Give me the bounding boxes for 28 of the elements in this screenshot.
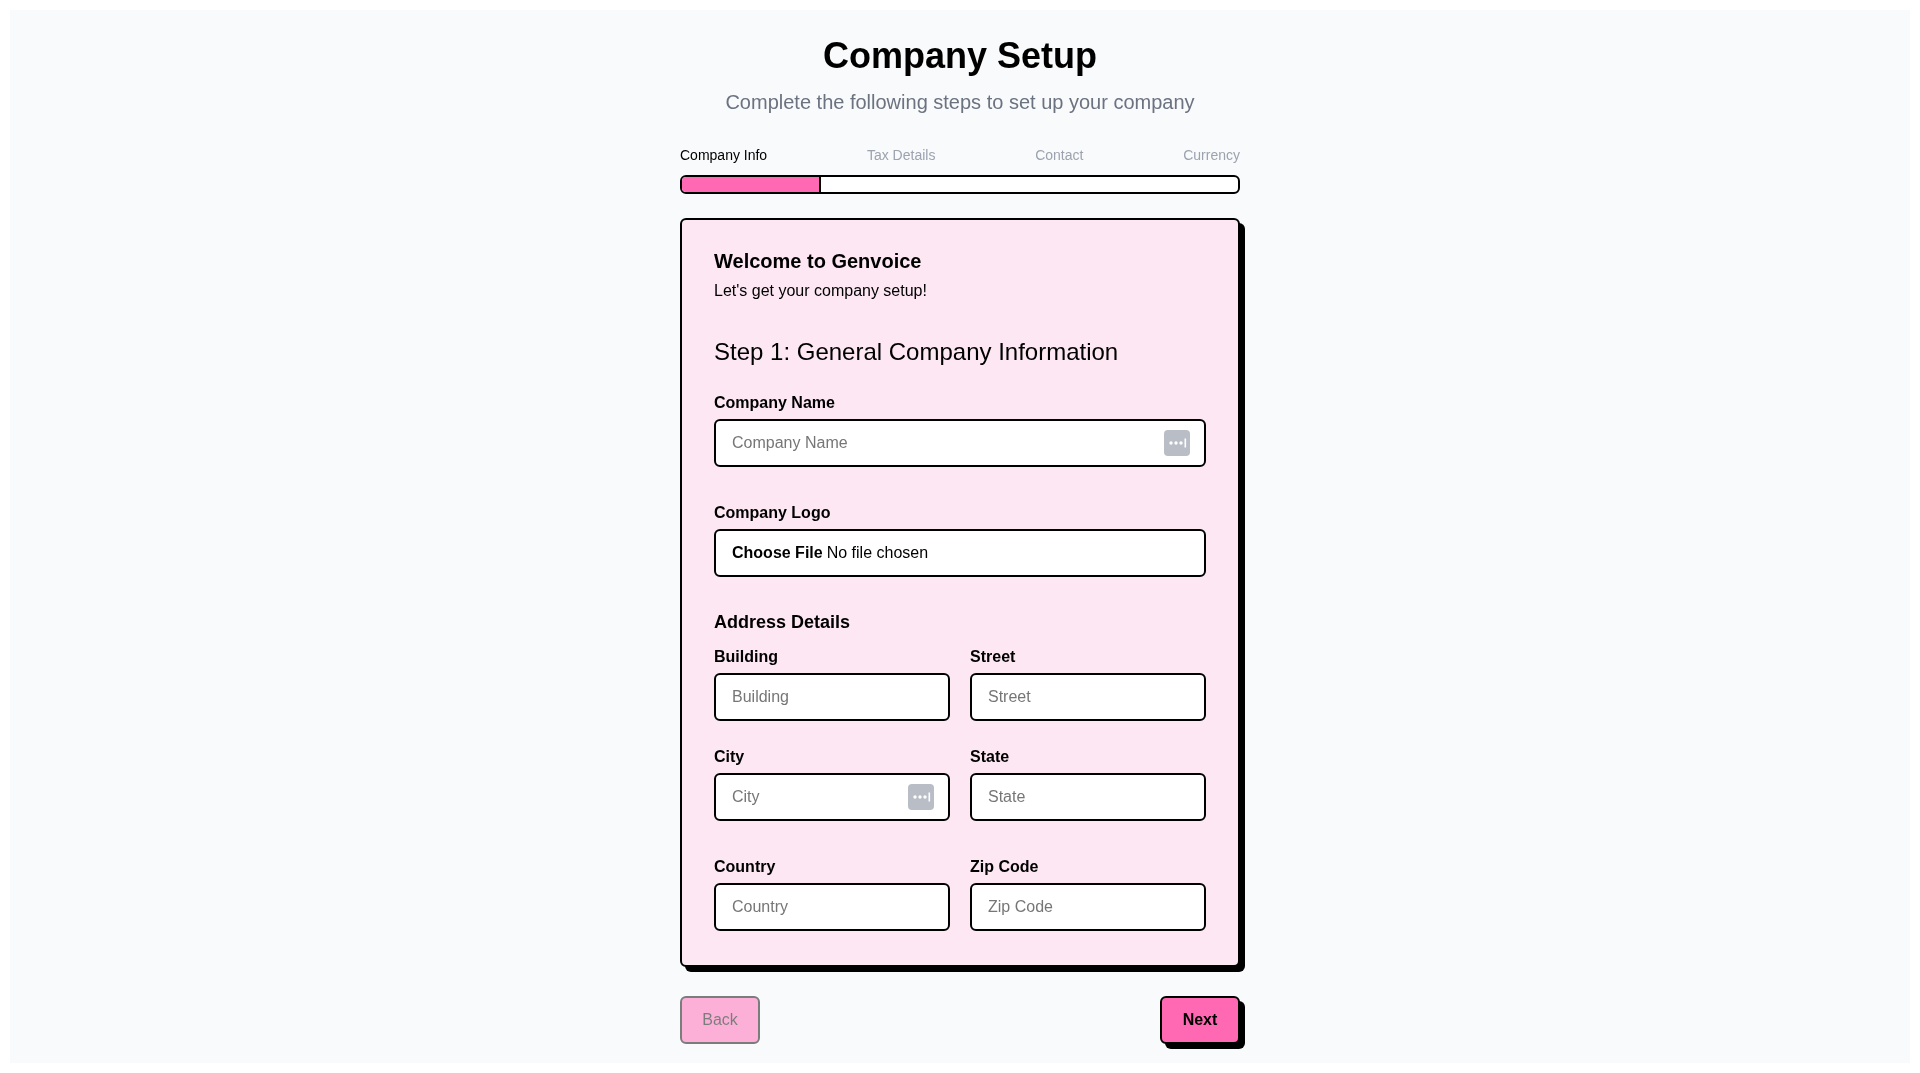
text-input[interactable]: Company Name <box>714 419 1206 467</box>
welcome-text: Let's get your company setup! <box>714 281 928 301</box>
step-label: Contact <box>1035 146 1084 165</box>
text-input[interactable]: City <box>714 773 950 821</box>
step-label: Tax Details <box>866 146 936 165</box>
field-label: Street <box>970 647 1017 667</box>
step-label: Currency <box>1183 146 1240 165</box>
welcome-title: Welcome to Genvoice <box>714 249 923 274</box>
page-subtitle: Complete the following steps to set up your company <box>724 90 1196 115</box>
field-label: City <box>714 747 746 767</box>
step-label: Company Info <box>680 146 768 165</box>
text-input[interactable]: Building <box>714 673 950 721</box>
field-label: State <box>970 747 1011 767</box>
field-label: Company Logo <box>714 503 832 523</box>
text-input[interactable]: Street <box>970 673 1206 721</box>
choose-file-button[interactable]: Choose File <box>732 541 823 565</box>
text-input[interactable]: Country <box>714 883 950 931</box>
field-label: Building <box>714 647 779 667</box>
text-input[interactable]: Zip Code <box>970 883 1206 931</box>
file-status-text: No file chosen <box>826 543 929 563</box>
file-input-field[interactable]: Choose File No file chosen <box>714 529 1206 577</box>
section-heading: Address Details <box>714 611 852 634</box>
step-heading: Step 1: General Company Information <box>714 337 1120 367</box>
field-label: Zip Code <box>970 857 1040 877</box>
field-label: Company Name <box>714 393 836 413</box>
page-title: Company Setup <box>822 36 1098 76</box>
field-label: Country <box>714 857 777 877</box>
text-input[interactable]: State <box>970 773 1206 821</box>
